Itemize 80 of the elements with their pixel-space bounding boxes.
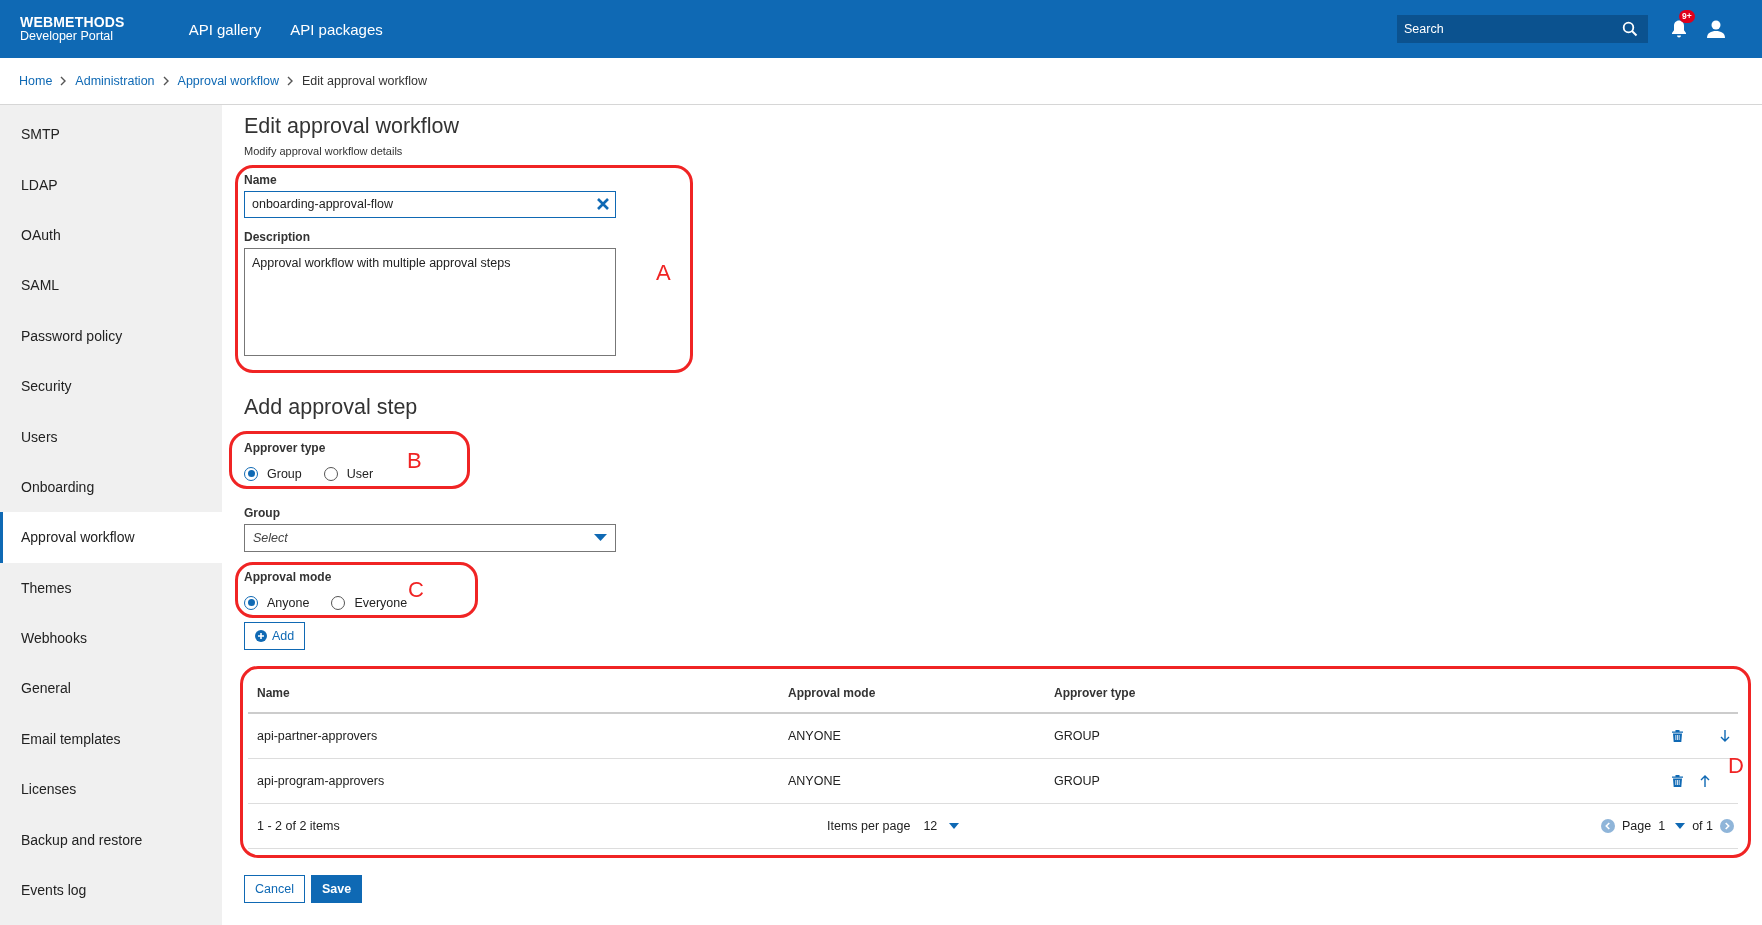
sidebar-item[interactable]: Onboarding (0, 461, 222, 513)
breadcrumb-link[interactable]: Approval workflow (177, 74, 279, 88)
name-field[interactable]: onboarding-approval-flow (244, 190, 616, 218)
sidebar-item[interactable]: General (0, 663, 222, 714)
sidebar-item[interactable]: OAuth (0, 209, 222, 261)
page-total: of 1 (1692, 818, 1713, 833)
sidebar-item[interactable]: SAML (0, 260, 222, 311)
notification-bell-icon[interactable] (1670, 19, 1688, 39)
sidebar-item[interactable]: Users (0, 411, 222, 462)
trash-icon[interactable] (1672, 729, 1683, 742)
item-range: 1 - 2 of 2 items (257, 818, 341, 833)
annotation-label: B (407, 449, 422, 472)
description-field[interactable]: Approval workflow with multiple approval steps (244, 247, 616, 356)
chevron-right-icon (162, 76, 170, 86)
field-label: Group (244, 505, 281, 520)
search-field[interactable]: Search (1397, 15, 1648, 43)
column-header: Approver type (1054, 685, 1137, 700)
annotation-label: A (656, 261, 671, 284)
chevron-right-icon (60, 76, 68, 86)
logo-title: WEBMETHODS (20, 15, 125, 30)
sidebar-item[interactable]: Password policy (0, 310, 222, 361)
caret-down-icon (949, 822, 960, 829)
group-dropdown[interactable]: Select (244, 523, 616, 552)
sidebar-item[interactable]: SMTP (0, 109, 222, 160)
chevron-right-icon (287, 76, 294, 86)
dropdown-placeholder: Select (253, 530, 288, 545)
logo-subtitle: Developer Portal (20, 30, 115, 43)
sidebar-item[interactable]: Approval workflow (0, 512, 222, 563)
nav-link[interactable]: API packages (290, 20, 383, 38)
page-label: Page (1622, 818, 1652, 833)
radio-option[interactable]: Group (244, 466, 302, 481)
section-title: Add approval step (244, 394, 419, 421)
table-cell-text: ANYONE (788, 728, 842, 743)
nav-link[interactable]: API gallery (188, 20, 262, 38)
radio-option[interactable]: Everyone (331, 595, 408, 610)
table-cell-text: GROUP (1054, 728, 1101, 743)
radio-option[interactable]: Anyone (244, 595, 310, 610)
column-header: Name (257, 685, 291, 700)
column-header: Approval mode (788, 685, 877, 700)
field-label: Description (244, 229, 311, 244)
annotation-label: C (408, 578, 424, 601)
field-label: Name (244, 172, 278, 187)
caret-down-icon (1675, 822, 1686, 829)
table-cell-text: ANYONE (788, 773, 842, 788)
cancel-button[interactable]: Cancel (244, 874, 305, 903)
logo[interactable]: WEBMETHODS Developer Portal (20, 15, 125, 43)
table-cell-text: api-partner-approvers (257, 728, 379, 743)
notification-badge: 9+ (1679, 10, 1695, 23)
annotation-label: D (1728, 754, 1744, 777)
plus-circle-icon (255, 629, 267, 642)
trash-icon[interactable] (1672, 774, 1683, 787)
page-title: Edit approval workflow (244, 114, 461, 140)
field-label: Approver type (244, 440, 327, 455)
table-cell-text: api-program-approvers (257, 773, 386, 788)
items-per-page-dropdown[interactable]: 12 (923, 818, 960, 833)
arrow-down-icon[interactable] (1720, 729, 1730, 742)
search-icon (1622, 21, 1638, 37)
sidebar-item[interactable]: LDAP (0, 159, 222, 210)
breadcrumb-current: Edit approval workflow (302, 74, 428, 88)
add-button[interactable]: Add (244, 621, 306, 650)
arrow-up-icon[interactable] (1700, 774, 1710, 787)
table-cell-text: GROUP (1054, 773, 1101, 788)
user-icon[interactable] (1706, 19, 1726, 39)
breadcrumb-link[interactable]: Home (19, 74, 53, 88)
radio-option[interactable]: User (323, 466, 374, 481)
sidebar-item[interactable]: Themes (0, 562, 222, 613)
items-per-page-label: Items per page (827, 818, 911, 833)
caret-down-icon (594, 534, 607, 542)
sidebar-item[interactable]: Events log (0, 864, 222, 916)
page-subtitle: Modify approval workflow details (244, 144, 404, 157)
clear-icon[interactable] (596, 197, 610, 212)
sidebar-item[interactable]: Backup and restore (0, 814, 222, 865)
field-label: Approval mode (244, 569, 333, 584)
save-button[interactable]: Save (310, 874, 363, 903)
sidebar-item[interactable]: Email templates (0, 713, 222, 765)
breadcrumb-link[interactable]: Administration (75, 74, 155, 88)
sidebar-item[interactable]: Webhooks (0, 612, 222, 664)
sidebar-item[interactable]: Security (0, 360, 222, 412)
page-dropdown[interactable]: 1 (1658, 818, 1686, 833)
sidebar-item[interactable]: Licenses (0, 764, 222, 815)
